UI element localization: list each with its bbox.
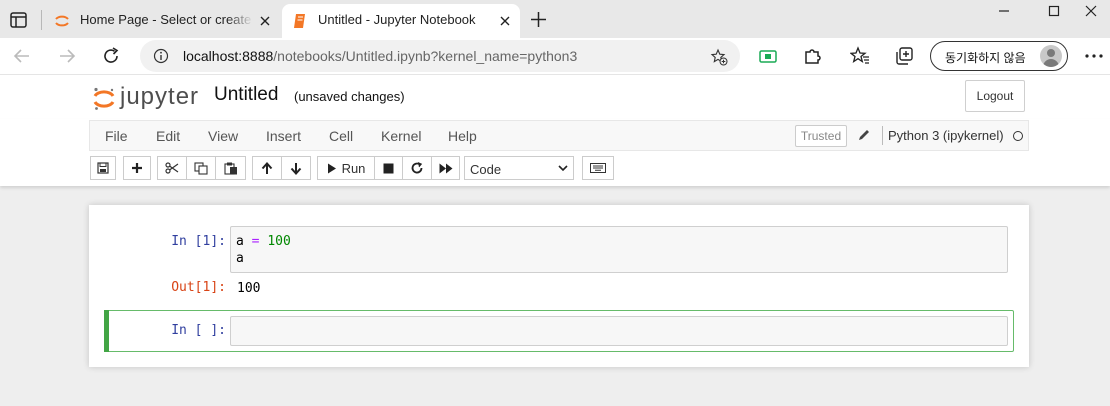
- chevron-down-icon: [558, 165, 568, 172]
- kernel-name[interactable]: Python 3 (ipykernel): [888, 128, 1004, 143]
- kernel-separator: [882, 126, 883, 145]
- save-icon: [97, 162, 109, 174]
- refresh-icon[interactable]: [101, 46, 121, 66]
- close-icon[interactable]: [258, 14, 272, 28]
- menu-cell[interactable]: Cell: [329, 128, 353, 144]
- extensions-puzzle-icon[interactable]: [802, 46, 822, 66]
- kernel-idle-indicator: [1013, 131, 1023, 141]
- code-cell-input[interactable]: a = 100 a: [230, 226, 1008, 273]
- address-bar[interactable]: localhost:8888/notebooks/Untitled.ipynb?…: [140, 40, 740, 72]
- keyboard-icon: [590, 163, 606, 173]
- jupyter-logo[interactable]: jupyter: [92, 81, 202, 113]
- tab-title: Home Page - Select or create a notebook: [80, 12, 253, 27]
- scissors-icon: [165, 162, 179, 174]
- tab-separator: [41, 10, 42, 30]
- cut-cell-button[interactable]: [157, 156, 187, 180]
- run-label: Run: [341, 160, 366, 176]
- stop-icon: [383, 163, 394, 173]
- save-button[interactable]: [90, 156, 116, 180]
- code-cell-input[interactable]: [230, 316, 1008, 346]
- insert-cell-button[interactable]: [123, 156, 151, 180]
- paste-cell-button[interactable]: [215, 156, 246, 180]
- url-text: localhost:8888/notebooks/Untitled.ipynb?…: [183, 48, 578, 64]
- selected-cell-bar: [104, 310, 109, 352]
- move-up-button[interactable]: [252, 156, 282, 180]
- output-prompt: Out[1]:: [171, 280, 226, 295]
- browser-navbar: localhost:8888/notebooks/Untitled.ipynb?…: [0, 38, 1110, 74]
- minimize-button[interactable]: [979, 0, 1029, 22]
- notebook-favicon-icon: [294, 14, 305, 28]
- restart-icon: [411, 162, 423, 174]
- input-prompt: In [1]:: [171, 234, 226, 249]
- jupyter-favicon-icon: [55, 15, 69, 27]
- avatar: [1040, 45, 1062, 67]
- jupyter-logo-icon: [93, 87, 115, 110]
- notebook-name[interactable]: Untitled: [214, 84, 278, 106]
- fast-forward-icon: [439, 163, 452, 173]
- pencil-edit-icon[interactable]: [857, 128, 871, 142]
- jupyter-logo-text: jupyter: [120, 83, 200, 110]
- input-prompt: In [ ]:: [171, 323, 226, 338]
- menu-insert[interactable]: Insert: [266, 128, 301, 144]
- cell-type-value: Code: [470, 162, 502, 177]
- cell-output: 100: [237, 281, 261, 296]
- copy-icon: [194, 161, 208, 175]
- profile-sync-button[interactable]: 동기화하지 않음: [930, 41, 1068, 71]
- run-button[interactable]: Run: [317, 156, 375, 180]
- play-icon: [327, 163, 336, 173]
- forward-arrow-icon[interactable]: [57, 46, 77, 66]
- close-window-button[interactable]: [1072, 0, 1110, 22]
- back-arrow-icon[interactable]: [12, 46, 32, 66]
- command-palette-button[interactable]: [582, 156, 614, 180]
- restart-kernel-button[interactable]: [402, 156, 432, 180]
- menu-help[interactable]: Help: [448, 128, 477, 144]
- menu-toolbar-area: File Edit View Insert Cell Kernel Help T…: [0, 119, 1110, 186]
- code-content: a = 100 a: [236, 234, 291, 266]
- info-icon[interactable]: [153, 48, 169, 64]
- menu-edit[interactable]: Edit: [156, 128, 180, 144]
- tab-untitled-notebook[interactable]: Untitled - Jupyter Notebook: [282, 4, 520, 38]
- arrow-up-icon: [261, 161, 273, 174]
- trusted-indicator[interactable]: Trusted: [795, 125, 847, 147]
- arrow-down-icon: [290, 162, 302, 175]
- menu-view[interactable]: View: [208, 128, 238, 144]
- sync-status-label: 동기화하지 않음: [945, 51, 1026, 65]
- close-icon[interactable]: [498, 14, 512, 28]
- collections-icon[interactable]: [894, 46, 914, 66]
- move-down-button[interactable]: [281, 156, 311, 180]
- logout-button[interactable]: Logout: [965, 80, 1025, 112]
- copy-cell-button[interactable]: [186, 156, 216, 180]
- favorites-icon[interactable]: [850, 46, 870, 66]
- plus-icon: [132, 163, 142, 173]
- tab-title: Untitled - Jupyter Notebook: [318, 12, 476, 27]
- save-status: (unsaved changes): [294, 89, 405, 104]
- extension-green-icon[interactable]: [758, 46, 778, 66]
- notebook-container: In [1]: a = 100 a Out[1]: 100 In [ ]:: [89, 205, 1029, 367]
- restart-run-all-button[interactable]: [431, 156, 460, 180]
- cell-type-select[interactable]: Code: [464, 156, 574, 180]
- paste-icon: [223, 162, 237, 175]
- menu-file[interactable]: File: [105, 128, 128, 144]
- add-favorite-icon[interactable]: [710, 48, 728, 66]
- menu-kernel[interactable]: Kernel: [381, 128, 421, 144]
- browser-tabstrip: Home Page - Select or create a notebook …: [0, 0, 1110, 38]
- menubar: File Edit View Insert Cell Kernel Help T…: [89, 120, 1029, 151]
- interrupt-kernel-button[interactable]: [374, 156, 403, 180]
- tab-actions-icon[interactable]: [8, 9, 30, 31]
- more-options-icon[interactable]: [1084, 52, 1104, 60]
- tab-home-page[interactable]: Home Page - Select or create a notebook: [44, 4, 280, 38]
- new-tab-plus-icon[interactable]: [530, 11, 547, 28]
- jupyter-header: jupyter Untitled (unsaved changes) Logou…: [0, 74, 1110, 119]
